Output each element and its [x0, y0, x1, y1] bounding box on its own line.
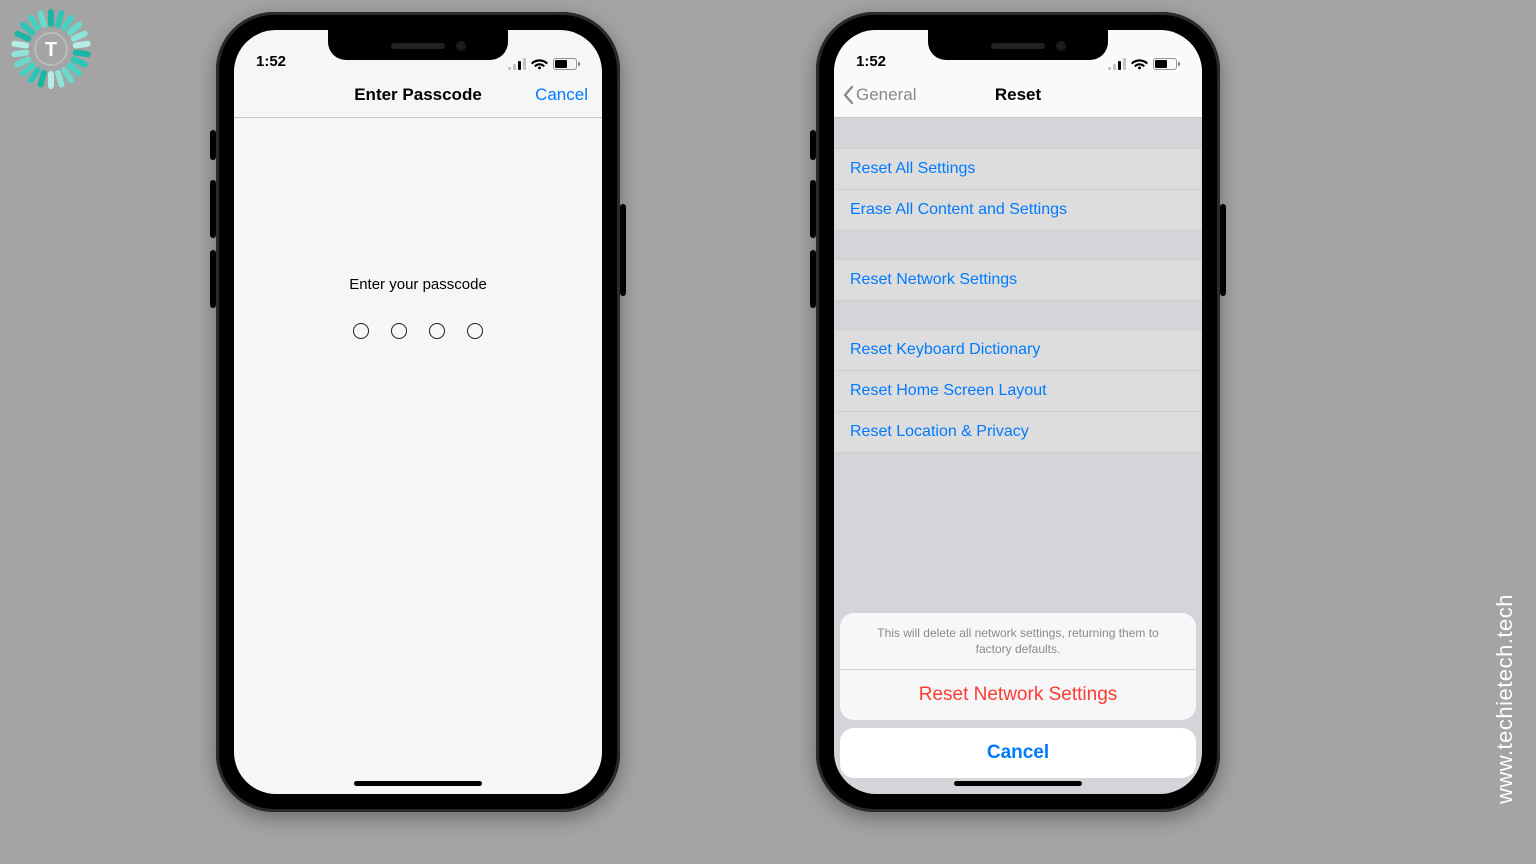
sheet-action-reset[interactable]: Reset Network Settings [840, 670, 1196, 720]
battery-icon [553, 58, 580, 70]
cancel-button[interactable]: Cancel [535, 85, 588, 105]
status-icons [1108, 58, 1180, 70]
phone-passcode: 1:52 Enter Passcode Cancel Enter your pa… [216, 12, 620, 812]
passcode-dot [391, 323, 407, 339]
passcode-dots [353, 323, 483, 339]
reset-group: Reset Network Settings [834, 259, 1202, 301]
passcode-dot [429, 323, 445, 339]
reset-cell[interactable]: Reset Home Screen Layout [834, 370, 1202, 411]
status-icons [508, 58, 580, 70]
nav-title: Enter Passcode [354, 85, 482, 105]
cellular-icon [508, 58, 526, 70]
back-label: General [856, 85, 916, 105]
reset-cell[interactable]: Erase All Content and Settings [834, 189, 1202, 231]
home-indicator[interactable] [954, 781, 1082, 786]
passcode-dot [467, 323, 483, 339]
reset-group: Reset All SettingsErase All Content and … [834, 148, 1202, 231]
status-time: 1:52 [856, 53, 916, 70]
site-logo: T [8, 6, 94, 97]
nav-bar: Enter Passcode Cancel [234, 73, 602, 118]
reset-cell[interactable]: Reset All Settings [834, 148, 1202, 189]
reset-group: Reset Keyboard DictionaryReset Home Scre… [834, 329, 1202, 453]
phone-reset: 1:52 General Reset Reset All SettingsEra… [816, 12, 1220, 812]
cellular-icon [1108, 58, 1126, 70]
reset-cell[interactable]: Reset Network Settings [834, 259, 1202, 301]
battery-icon [1153, 58, 1180, 70]
passcode-dot [353, 323, 369, 339]
back-button[interactable]: General [842, 85, 916, 105]
sheet-cancel-button[interactable]: Cancel [840, 728, 1196, 778]
notch [328, 30, 508, 60]
sheet-message: This will delete all network settings, r… [840, 613, 1196, 670]
home-indicator[interactable] [354, 781, 482, 786]
site-url: www.techietech.tech [1492, 594, 1518, 804]
action-sheet: This will delete all network settings, r… [834, 607, 1202, 794]
nav-title: Reset [995, 85, 1041, 105]
status-time: 1:52 [256, 53, 316, 70]
reset-cell[interactable]: Reset Location & Privacy [834, 411, 1202, 453]
wifi-icon [1131, 58, 1148, 70]
nav-bar: General Reset [834, 73, 1202, 118]
chevron-left-icon [842, 85, 854, 105]
passcode-prompt: Enter your passcode [349, 276, 487, 293]
reset-list: Reset All SettingsErase All Content and … [834, 148, 1202, 453]
logo-letter: T [45, 39, 57, 61]
notch [928, 30, 1108, 60]
reset-cell[interactable]: Reset Keyboard Dictionary [834, 329, 1202, 370]
wifi-icon [531, 58, 548, 70]
